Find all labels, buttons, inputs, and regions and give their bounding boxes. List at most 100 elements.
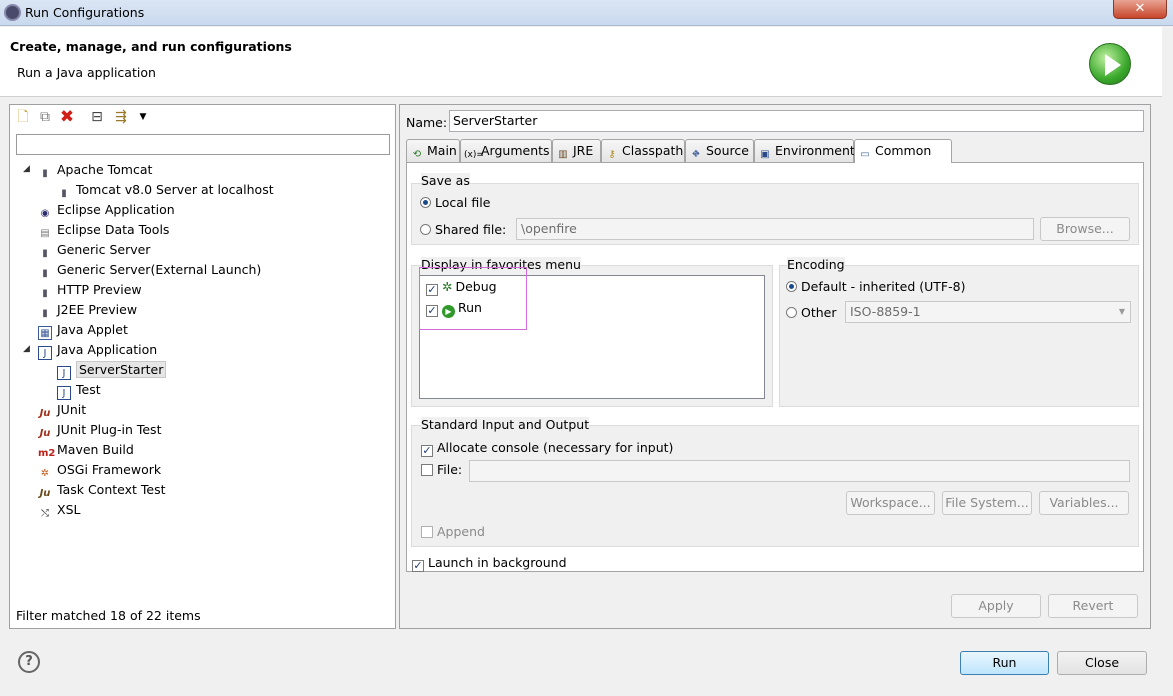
tree-item-label: Maven Build [57,442,134,457]
tab-label: Classpath [622,143,684,158]
tree-item-osgi-framework[interactable]: ✲ OSGi Framework [38,460,161,480]
tree-item-label: Task Context Test [57,482,166,497]
tree-item-apache-tomcat[interactable]: ▮ Apache Tomcat [38,160,152,180]
xsl-icon: ⤭ [41,508,49,519]
tree-item-java-application[interactable]: J Java Application [38,340,157,360]
output-file-input[interactable] [469,460,1130,482]
output-file-checkbox[interactable]: File: [421,462,462,477]
tree-item-j2ee-preview[interactable]: ▮ J2EE Preview [38,300,137,320]
tree-item-label: Generic Server(External Launch) [57,262,262,277]
title-bar: Run Configurations ✕ [0,0,1173,26]
tree-item-xsl[interactable]: ⤭ XSL [38,500,80,520]
tab-arguments[interactable]: (x)=Arguments [460,139,552,162]
delete-config-icon[interactable]: ✖ [58,108,76,126]
collapse-all-icon[interactable]: ⊟ [88,108,106,126]
maven-icon: m2 [38,448,56,459]
variables-button[interactable]: Variables... [1039,491,1129,515]
tab-jre[interactable]: ▥ JRE [552,139,601,162]
launch-config-tree-panel: 🗋 ⧉ ✖ ⊟ ⇶ ▼ ◢ ▮ Apache Tomcat ▮ Tomcat v8.… [9,104,396,629]
java-app-icon: J [57,366,71,380]
run-button[interactable]: Run [960,651,1049,675]
local-file-radio[interactable]: Local file [420,195,490,210]
window-edge [1162,27,1173,696]
radio-icon [420,224,431,235]
tree-item-test[interactable]: J Test [57,380,101,400]
server-icon: ▮ [61,188,67,199]
window-title: Run Configurations [25,5,145,20]
tree-item-junit[interactable]: Ju JUnit [38,400,87,420]
tree-item-serverstarter[interactable]: J ServerStarter [57,360,167,380]
tree-item-label: JUnit Plug-in Test [57,422,162,437]
tab-common[interactable]: ▭ Common [854,139,952,163]
close-button[interactable]: Close [1057,651,1147,675]
tab-label: Main [427,143,457,158]
tree-item-junit-plugin-test[interactable]: Ju JUnit Plug-in Test [38,420,162,440]
encoding-value: ISO-8859-1 [850,304,921,319]
new-config-icon[interactable]: 🗋 [14,108,32,126]
launch-background-label: Launch in background [428,555,567,570]
window-close-button[interactable]: ✕ [1113,0,1167,19]
default-encoding-radio[interactable]: Default - inherited (UTF-8) [786,279,965,294]
tree-item-label: Java Application [57,342,158,357]
tree-item-label: JUnit [57,402,87,417]
tree-item-label: ServerStarter [76,361,167,378]
append-label: Append [437,524,485,539]
tree-item-generic-server-external[interactable]: ▮ Generic Server(External Launch) [38,260,261,280]
expand-arrow-icon[interactable]: ◢ [23,164,30,174]
classpath-tab-icon: ⚷ [608,149,616,160]
tab-classpath[interactable]: ⚷ Classpath [601,139,685,162]
std-io-label: Standard Input and Output [421,417,590,432]
append-checkbox[interactable]: Append [421,524,485,539]
allocate-console-checkbox[interactable]: ✓ Allocate console (necessary for input) [421,440,673,457]
filter-input[interactable] [16,134,390,155]
tree-item-maven-build[interactable]: m2 Maven Build [38,440,134,460]
tree-item-tomcat-server[interactable]: ▮ Tomcat v8.0 Server at localhost [57,180,274,200]
run-banner-icon [1089,43,1131,85]
highlight-box [419,267,527,330]
other-encoding-radio[interactable]: Other [786,305,837,320]
tree-item-generic-server[interactable]: ▮ Generic Server [38,240,150,260]
tab-main[interactable]: ⟲ Main [406,139,460,162]
other-encoding-select[interactable]: ISO-8859-1 ▼ [845,301,1131,323]
header-subtitle: Run a Java application [17,65,156,80]
expand-arrow-icon[interactable]: ◢ [23,344,30,354]
save-as-label: Save as [421,173,470,188]
config-name-input[interactable]: ServerStarter [449,110,1144,132]
arguments-tab-icon: (x)= [464,150,484,160]
apply-button[interactable]: Apply [951,594,1041,618]
tree-item-task-context-test[interactable]: Ju Task Context Test [38,480,166,500]
shared-file-label: Shared file: [435,222,507,237]
tree-item-java-applet[interactable]: ▦ Java Applet [38,320,128,340]
workspace-button[interactable]: Workspace... [846,491,935,515]
common-tab-icon: ▭ [860,149,870,160]
filter-status-text: Filter matched 18 of 22 items [16,608,201,623]
tree-item-eclipse-data-tools[interactable]: ▤ Eclipse Data Tools [38,220,169,240]
view-menu-chevron-icon[interactable]: ▼ [134,108,152,126]
tree-item-eclipse-application[interactable]: ◉ Eclipse Application [38,200,175,220]
task-test-icon: Ju [39,488,51,499]
revert-button[interactable]: Revert [1048,594,1138,618]
launch-background-checkbox[interactable]: ✓ Launch in background [412,555,567,572]
server-icon: ▮ [42,248,48,259]
tree-item-label: Eclipse Data Tools [57,222,170,237]
filter-config-icon[interactable]: ⇶ [112,108,130,126]
browse-button[interactable]: Browse... [1040,217,1130,241]
tree-item-http-preview[interactable]: ▮ HTTP Preview [38,280,141,300]
help-icon[interactable]: ? [18,651,40,673]
tree-toolbar: 🗋 ⧉ ✖ ⊟ ⇶ ▼ [10,105,395,129]
file-system-button[interactable]: File System... [942,491,1032,515]
junit-plugin-icon: Ju [39,428,51,439]
name-label: Name: [406,115,448,130]
tree-item-label: Tomcat v8.0 Server at localhost [76,182,274,197]
tree-item-label: Generic Server [57,242,151,257]
shared-file-path-input[interactable]: \openfire [516,218,1034,240]
other-encoding-label: Other [801,305,837,320]
server-icon: ▮ [42,308,48,319]
duplicate-config-icon[interactable]: ⧉ [36,108,54,126]
tab-label: Environment [775,143,855,158]
server-icon: ▮ [42,268,48,279]
tab-environment[interactable]: ▣ Environment [754,139,855,162]
tab-source[interactable]: ⛖ Source [685,139,754,162]
shared-file-radio[interactable]: Shared file: [420,222,506,237]
local-file-label: Local file [435,195,491,210]
